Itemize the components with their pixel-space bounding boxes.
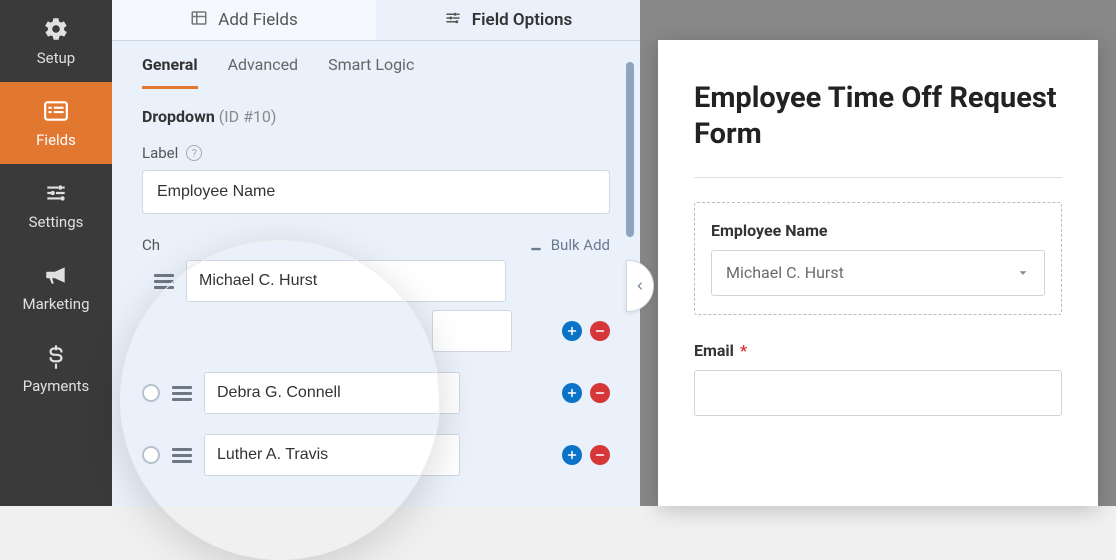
tab-label: Add Fields	[218, 10, 298, 30]
field-label: Email *	[694, 341, 1062, 360]
editor-panel: Add Fields Field Options General Advance…	[112, 0, 640, 506]
sidebar-item-label: Setup	[37, 49, 75, 67]
choice-input[interactable]	[186, 260, 506, 302]
remove-choice-button[interactable]	[590, 445, 610, 465]
field-id: (ID #10)	[219, 107, 277, 126]
sidebar-item-label: Marketing	[22, 295, 89, 313]
divider	[694, 177, 1062, 178]
sidebar-item-marketing[interactable]: Marketing	[0, 246, 112, 328]
preview-field-email[interactable]: Email *	[694, 341, 1062, 416]
sub-tab-general[interactable]: General	[142, 55, 198, 89]
drag-handle-icon[interactable]	[172, 386, 192, 401]
sub-tabs: General Advanced Smart Logic	[112, 41, 640, 89]
email-label: Email	[694, 341, 734, 360]
preview-field-employee-name[interactable]: Employee Name Michael C. Hurst	[694, 202, 1062, 315]
sliders-small-icon	[444, 9, 462, 32]
add-choice-button[interactable]	[562, 321, 582, 341]
list-icon	[42, 97, 70, 125]
field-label: Employee Name	[711, 221, 1045, 240]
remove-choice-button[interactable]	[590, 321, 610, 341]
radio-default-icon[interactable]	[142, 384, 160, 402]
label-heading: Label	[142, 144, 178, 162]
dropdown-selected-value: Michael C. Hurst	[726, 263, 844, 282]
required-asterisk: *	[740, 341, 747, 360]
field-type-heading: Dropdown (ID #10)	[142, 107, 610, 126]
choice-row	[142, 372, 610, 414]
form-title: Employee Time Off Request Form	[694, 80, 1062, 153]
sub-tab-smart-logic[interactable]: Smart Logic	[328, 55, 414, 89]
grid-icon	[190, 9, 208, 32]
field-config-panel: Dropdown (ID #10) Label ? Ch Bulk Add	[112, 89, 640, 506]
sidebar-item-label: Payments	[23, 377, 90, 395]
bulk-add-button[interactable]: Bulk Add	[529, 236, 610, 254]
field-type: Dropdown	[142, 107, 215, 126]
dollar-icon	[42, 343, 70, 371]
top-tabs: Add Fields Field Options	[112, 0, 640, 41]
field-label-input[interactable]	[142, 170, 610, 214]
sidebar-item-label: Fields	[36, 131, 76, 149]
choice-row	[142, 260, 610, 302]
form-preview: Employee Time Off Request Form Employee …	[658, 40, 1098, 506]
radio-default-icon[interactable]	[142, 446, 160, 464]
tab-add-fields[interactable]: Add Fields	[112, 0, 376, 40]
bulk-add-label: Bulk Add	[551, 236, 610, 254]
choices-header: Ch Bulk Add	[142, 236, 610, 254]
preview-area: Employee Time Off Request Form Employee …	[640, 0, 1116, 506]
choice-row	[142, 434, 610, 476]
drag-handle-icon[interactable]	[172, 448, 192, 463]
choice-input-overflow[interactable]	[432, 310, 512, 352]
download-icon	[529, 238, 543, 252]
scrollbar-thumb[interactable]	[626, 62, 634, 237]
sidebar-item-label: Settings	[29, 213, 84, 231]
sidebar-item-payments[interactable]: Payments	[0, 328, 112, 410]
tab-field-options[interactable]: Field Options	[376, 0, 640, 40]
choice-row-actions	[142, 310, 610, 352]
bullhorn-icon	[42, 261, 70, 289]
sidebar-item-settings[interactable]: Settings	[0, 164, 112, 246]
email-input[interactable]	[694, 370, 1062, 416]
dropdown-select[interactable]: Michael C. Hurst	[711, 250, 1045, 296]
choice-input[interactable]	[204, 372, 460, 414]
chevron-left-icon	[635, 281, 645, 291]
drag-handle-icon[interactable]	[154, 274, 174, 289]
gear-icon	[42, 15, 70, 43]
sidebar-item-setup[interactable]: Setup	[0, 0, 112, 82]
tab-label: Field Options	[472, 10, 572, 30]
sliders-icon	[42, 179, 70, 207]
help-icon[interactable]: ?	[186, 145, 202, 161]
chevron-down-icon	[1016, 266, 1030, 280]
left-sidebar: Setup Fields Settings Marketing Payments	[0, 0, 112, 506]
sidebar-item-fields[interactable]: Fields	[0, 82, 112, 164]
add-choice-button[interactable]	[562, 383, 582, 403]
add-choice-button[interactable]	[562, 445, 582, 465]
remove-choice-button[interactable]	[590, 383, 610, 403]
sub-tab-advanced[interactable]: Advanced	[228, 55, 299, 89]
choice-input[interactable]	[204, 434, 460, 476]
choices-heading: Ch	[142, 236, 160, 254]
label-row: Label ?	[142, 144, 610, 162]
